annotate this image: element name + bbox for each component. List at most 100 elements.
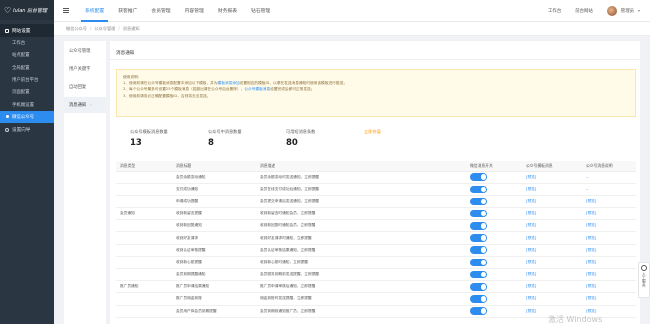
subnav-item-autoreply[interactable]: 自动回复 <box>64 79 106 95</box>
menu-toggle-icon[interactable] <box>54 7 78 14</box>
cell-title-cell: 收到新回复通知 <box>172 219 256 233</box>
sidebar-item-page-config[interactable]: 页面配置 <box>0 86 54 98</box>
cell-desc-cell: 收到新回复时通知会员，立即提醒 <box>256 219 466 233</box>
subnav-item-account[interactable]: 公众号管理 <box>64 43 106 59</box>
preview-link[interactable]: [预览] <box>526 260 536 264</box>
note-link[interactable]: [预览] <box>586 199 596 203</box>
cell-title: 收到认证审核提醒 <box>176 247 206 252</box>
wechat-switch-toggle[interactable] <box>470 222 487 230</box>
note-link[interactable]: [预览] <box>586 260 596 264</box>
wechat-switch-toggle[interactable] <box>470 246 487 254</box>
col-header: 微信消息开关 <box>466 161 522 172</box>
sidebar-item-global-config[interactable]: 全局配置 <box>0 62 54 74</box>
main-panel: 消息通知 使用说明： 1、使用前请在公众号模板消息配置中添加以下模板，并为模板消… <box>110 41 640 324</box>
topnav-item-system[interactable]: 系统配置 <box>78 0 111 22</box>
topnav-item-acquire[interactable]: 获客推广 <box>111 0 144 22</box>
preview-link[interactable]: [预览] <box>526 236 536 240</box>
sidebar-item-mobile[interactable]: 手机端设置 <box>0 98 54 110</box>
note-link[interactable]: -- <box>586 175 589 179</box>
recharge-link[interactable]: 立即充值 <box>364 129 381 158</box>
note-link[interactable]: [预览] <box>586 284 596 288</box>
cell-desc: 会员余额变动时发送通知，立即提醒 <box>260 174 319 179</box>
breadcrumb-item[interactable]: 公众号管理 <box>94 26 115 32</box>
col-header: 消息描述 <box>256 161 466 172</box>
cell-title-cell: 申请成功提醒 <box>172 195 256 209</box>
preview-link[interactable]: [预览] <box>526 248 536 252</box>
windows-watermark: 激活 Windows <box>548 315 603 324</box>
sidebar-item-site-config[interactable]: 站点配置 <box>0 49 54 61</box>
topnav-item-members[interactable]: 会员管理 <box>144 0 177 22</box>
note-link[interactable]: [预览] <box>586 272 596 276</box>
app-root: ♡ Iulan 后台管理 网站设置 工作台 站点配置 全局配置 用户前台平台 页… <box>0 0 650 324</box>
preview-link[interactable]: [预览] <box>526 199 536 203</box>
note-link[interactable]: [预览] <box>586 296 596 300</box>
note-link-cell: [预览] <box>582 268 636 282</box>
preview-link[interactable]: [预览] <box>526 272 536 276</box>
cell-title: 推广员佣金到账 <box>176 296 202 301</box>
wechat-switch-toggle[interactable] <box>470 234 487 242</box>
front-site-link[interactable]: 前台网站 <box>575 8 593 14</box>
note-link[interactable]: [预览] <box>586 223 596 227</box>
user-menu[interactable]: 管理员 ▾ <box>606 5 640 16</box>
wechat-switch-toggle[interactable] <box>470 209 487 218</box>
top-nav: 系统配置 获客推广 会员管理 内容管理 财务报表 钻石管理 <box>78 0 277 22</box>
table-row: 会员通知 收到新留言提醒 收到新留言时通知会员，立即提醒 [预览] [预览] <box>116 207 636 221</box>
preview-link[interactable]: [预览] <box>526 175 536 179</box>
wechat-switch-toggle[interactable] <box>470 185 487 194</box>
notice-link[interactable]: 模板消息添加 <box>218 81 240 85</box>
sidebar-item-wechat[interactable]: 微信公众号 <box>0 110 54 124</box>
preview-link[interactable]: [预览] <box>526 223 536 227</box>
note-link[interactable]: [预览] <box>586 248 596 252</box>
note-link[interactable]: -- <box>586 187 589 191</box>
wechat-switch-toggle[interactable] <box>470 173 487 181</box>
cell-title-cell: 收到认证审核提醒 <box>172 244 256 257</box>
topnav-item-content[interactable]: 内容管理 <box>178 0 211 22</box>
col-header: 公众号模板消息 <box>522 161 582 172</box>
subnav-item-notifications[interactable]: 消息通知 › <box>64 97 106 113</box>
cell-switch <box>466 292 522 306</box>
cell-desc-cell: 会员到期前通知推广员，立即提醒 <box>256 305 466 318</box>
note-link[interactable]: [预览] <box>586 211 596 215</box>
sidebar-group-site-settings[interactable]: 网站设置 <box>0 24 54 37</box>
preview-link[interactable]: [预览] <box>526 309 536 313</box>
stat-message-count: 公众号中消息数量 8 <box>208 129 286 158</box>
preview-link[interactable]: [预览] <box>526 284 536 288</box>
wechat-switch-toggle[interactable] <box>470 258 487 267</box>
note-link[interactable]: [预览] <box>586 309 596 313</box>
cell-title: 支付成功通知 <box>176 186 199 191</box>
cell-title-cell: 收到新心愿提醒 <box>172 256 256 270</box>
table-row: 推广员佣金到账 佣金到账时发送提醒，立即提醒 [预览] [预览] <box>116 292 636 306</box>
cell-title-cell: 支付成功通知 <box>172 183 256 196</box>
cell-group-cell <box>116 244 172 257</box>
wechat-switch-toggle[interactable] <box>470 197 487 206</box>
customer-service-button[interactable]: 人工服务 <box>638 262 650 298</box>
top-navbar: 系统配置 获客推广 会员管理 内容管理 财务报表 钻石管理 工作台 前台网站 管… <box>54 0 650 22</box>
cell-title-cell: 会员用户体会员到期提醒 <box>172 305 256 318</box>
preview-link[interactable]: [预览] <box>526 187 536 191</box>
stat-value: 80 <box>286 138 298 148</box>
wechat-switch-toggle[interactable] <box>470 283 487 291</box>
notice-link[interactable]: 公众号模板消息 <box>244 87 270 91</box>
workbench-link[interactable]: 工作台 <box>548 8 561 14</box>
cell-switch <box>466 256 522 270</box>
note-link[interactable]: [预览] <box>586 236 596 240</box>
cell-group-cell: 会员通知 <box>116 207 172 221</box>
wechat-switch-toggle[interactable] <box>470 307 487 315</box>
sidebar-item-frontend[interactable]: 用户前台平台 <box>0 74 54 86</box>
table-row: 收到认证审核提醒 会员认证审核结果通知，立即提醒 [预览] [预览] <box>116 244 636 257</box>
cell-title-cell: 推广员申请结果通知 <box>172 280 256 294</box>
stat-label: 公众号中消息数量 <box>208 129 242 134</box>
sidebar-item-workbench[interactable]: 工作台 <box>0 37 54 49</box>
subnav-item-keywords[interactable]: 用户关键字 <box>64 61 106 77</box>
notice-text: 设置相应的模板ID，以便在发送消息通知时使用该模板进行推送； <box>239 81 347 86</box>
preview-link[interactable]: [预览] <box>526 211 536 215</box>
topnav-item-finance[interactable]: 财务报表 <box>211 0 244 22</box>
table-body: 会员余额变动通知 会员余额变动时发送通知，立即提醒 [预览] -- 支付成功通知 会员在线… <box>116 171 636 318</box>
wechat-switch-toggle[interactable] <box>470 270 487 279</box>
breadcrumb-item[interactable]: 微信公众号 <box>66 26 87 32</box>
wechat-switch-toggle[interactable] <box>470 295 487 303</box>
app-logo[interactable]: ♡ Iulan 后台管理 <box>0 0 54 20</box>
preview-link[interactable]: [预览] <box>526 296 536 300</box>
sidebar-group-wizard[interactable]: 设置向导 <box>0 123 54 136</box>
topnav-item-diamond[interactable]: 钻石管理 <box>244 0 277 22</box>
